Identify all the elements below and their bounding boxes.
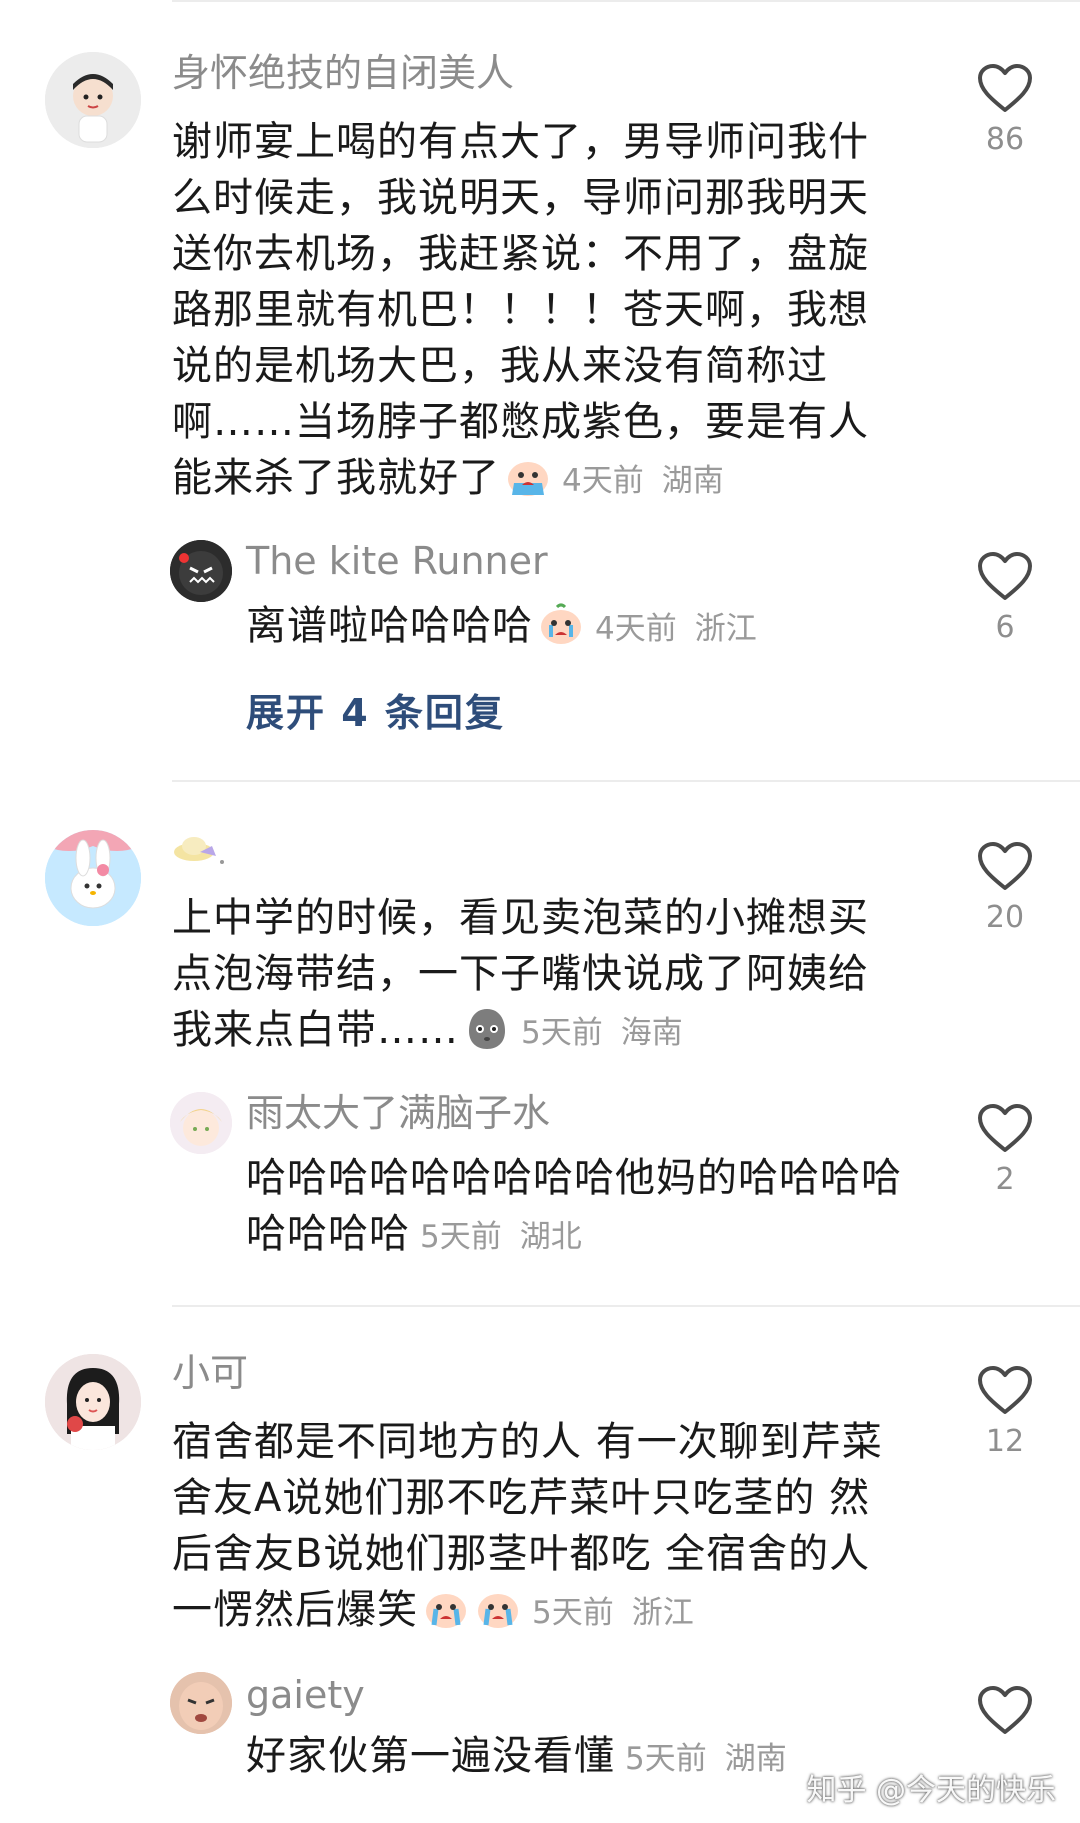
reply-meta: 5天前 湖南 — [625, 1741, 787, 1777]
reply-location: 湖南 — [724, 1741, 787, 1777]
comment-username[interactable]: 小可 — [172, 1350, 248, 1396]
avatar[interactable] — [45, 1354, 141, 1450]
comment-meta: 5天前 浙江 — [532, 1595, 694, 1631]
like-button[interactable]: 12 — [955, 1364, 1055, 1462]
reply-time: 5天前 — [625, 1741, 707, 1777]
top-divider — [172, 0, 1080, 2]
reply-meta: 4天前 浙江 — [595, 611, 757, 647]
expand-replies-link[interactable]: 展开 4 条回复 — [246, 682, 505, 737]
heart-outline-icon — [978, 64, 1032, 112]
reply-time: 4天前 — [595, 611, 677, 647]
comment-divider — [172, 780, 1080, 782]
username-emoji-icon — [172, 831, 228, 875]
crying-face-emoji-icon — [422, 1587, 470, 1646]
heart-outline-icon — [978, 1686, 1032, 1734]
comment-time: 5天前 — [521, 1015, 603, 1051]
reply-username[interactable]: 雨太大了满脑子水 — [246, 1090, 550, 1136]
like-count: 20 — [985, 900, 1025, 935]
comment-username[interactable]: 身怀绝技的自闭美人 — [172, 50, 514, 96]
comment-text: 宿舍都是不同地方的人 有一次聊到芹菜 舍友A说她们那不吃芹菜叶只吃茎的 然后舍友… — [172, 1414, 902, 1646]
reply-location: 湖北 — [519, 1219, 582, 1255]
heart-outline-icon — [978, 1104, 1032, 1152]
comment-body: 谢师宴上喝的有点大了，男导师问我什么时候走，我说明天，导师问那我明天送你去机场，… — [172, 119, 869, 501]
comment-time: 4天前 — [562, 463, 644, 499]
reply-time: 5天前 — [420, 1219, 502, 1255]
reply-avatar[interactable] — [170, 1672, 232, 1734]
crying-face-emoji-icon — [537, 603, 585, 662]
reply-username[interactable]: gaiety — [246, 1672, 365, 1718]
reply-like-button[interactable]: 2 — [955, 1102, 1055, 1200]
like-count: 6 — [995, 610, 1015, 645]
comment-location: 湖南 — [661, 463, 724, 499]
reply-text: 好家伙第一遍没看懂 5天前 湖南 — [246, 1728, 846, 1787]
heart-outline-icon — [978, 842, 1032, 890]
watermark: 知乎 @今天的快乐 — [806, 1765, 1056, 1809]
reply-text: 哈哈哈哈哈哈哈哈哈他妈的哈哈哈哈哈哈哈哈 5天前 湖北 — [246, 1150, 936, 1265]
comment-meta: 4天前 湖南 — [562, 463, 724, 499]
crying-face-emoji-icon — [474, 1587, 522, 1646]
avatar[interactable] — [45, 830, 141, 926]
blank-face-emoji-icon — [463, 1005, 511, 1066]
comment-time: 5天前 — [532, 1595, 614, 1631]
reply-text: 离谱啦哈哈哈哈 4天前 浙江 — [246, 598, 896, 662]
comment-location: 浙江 — [631, 1595, 694, 1631]
like-button[interactable]: 20 — [955, 840, 1055, 938]
comment-meta: 5天前 海南 — [521, 1015, 683, 1051]
like-count: 86 — [985, 122, 1025, 157]
comment-body: 宿舍都是不同地方的人 有一次聊到芹菜 舍友A说她们那不吃芹菜叶只吃茎的 然后舍友… — [172, 1419, 883, 1633]
reply-like-button[interactable] — [955, 1684, 1055, 1742]
reply-body: 离谱啦哈哈哈哈 — [246, 603, 533, 649]
crying-face-emoji-icon — [504, 455, 552, 514]
comment-text: 谢师宴上喝的有点大了，男导师问我什么时候走，我说明天，导师问那我明天送你去机场，… — [172, 114, 902, 514]
reply-location: 浙江 — [694, 611, 757, 647]
comment-location: 海南 — [620, 1015, 683, 1051]
heart-outline-icon — [978, 552, 1032, 600]
comment-divider — [172, 1305, 1080, 1307]
like-count: 12 — [985, 1424, 1025, 1459]
comment-text: 上中学的时候，看见卖泡菜的小摊想买点泡海带结，一下子嘴快说成了阿姨给我来点白带…… — [172, 890, 902, 1066]
reply-body: 好家伙第一遍没看懂 — [246, 1733, 615, 1779]
like-button[interactable]: 86 — [955, 62, 1055, 160]
reply-avatar[interactable] — [170, 540, 232, 602]
heart-outline-icon — [978, 1366, 1032, 1414]
comment-username[interactable] — [172, 826, 228, 876]
reply-meta: 5天前 湖北 — [420, 1219, 582, 1255]
like-count: 2 — [995, 1162, 1015, 1197]
reply-like-button[interactable]: 6 — [955, 550, 1055, 648]
watermark-text: 知乎 @今天的快乐 — [806, 1773, 1056, 1808]
reply-avatar[interactable] — [170, 1092, 232, 1154]
avatar[interactable] — [45, 52, 141, 148]
reply-username[interactable]: The kite Runner — [246, 538, 548, 584]
